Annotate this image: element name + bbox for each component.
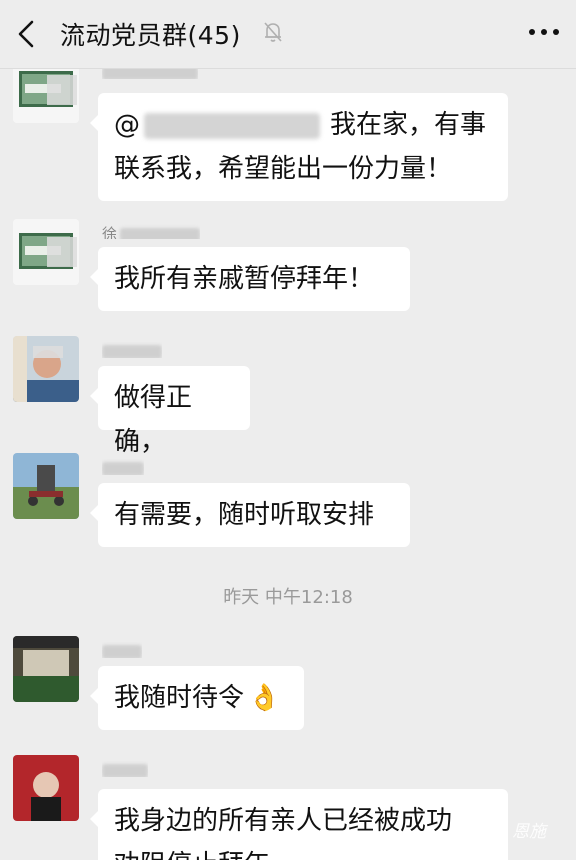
avatar[interactable] (13, 336, 79, 402)
message-bubble[interactable]: 我随时待令 👌 (90, 666, 304, 730)
message-text: 我身边的所有亲人已经被成功 (114, 806, 453, 836)
avatar[interactable] (13, 755, 79, 821)
message-text: 劝阻停止拜年 (114, 843, 492, 860)
bell-muted-icon (262, 20, 284, 44)
sender-name (102, 342, 162, 358)
message-bubble[interactable]: 做得正确， (90, 366, 250, 457)
sender-name (102, 459, 144, 475)
message-text: 做得正确， (114, 383, 193, 457)
message-bubble[interactable]: 有需要，随时听取安排 (90, 483, 410, 547)
message-text: 我随时待令 (114, 683, 245, 713)
sender-name (102, 69, 198, 79)
chat-title: 流动党员群(45) (60, 21, 241, 50)
message-bubble[interactable]: @ 我在家，有事 联系我，希望能出一份力量！ (90, 93, 508, 201)
avatar[interactable] (13, 69, 79, 123)
message-text: 有需要，随时听取安排 (114, 500, 375, 530)
chevron-left-icon (18, 20, 34, 48)
mention-prefix: @ (114, 110, 140, 140)
ok-hand-emoji-icon: 👌 (248, 683, 281, 713)
back-button[interactable] (10, 14, 46, 54)
message-text: 联系我，希望能出一份力量！ (114, 154, 453, 184)
chat-header: 流动党员群(45) (0, 0, 576, 69)
sender-name: 徐 (102, 223, 201, 239)
message-bubble[interactable]: 我身边的所有亲人已经被成功 劝阻停止拜年 (90, 789, 508, 860)
more-options-button[interactable] (524, 20, 564, 44)
message-text: 我在家，有事 (330, 110, 487, 140)
ellipsis-icon (529, 29, 559, 35)
avatar[interactable] (13, 219, 79, 285)
sender-name (102, 761, 148, 777)
message-bubble[interactable]: 我所有亲戚暂停拜年！ (90, 247, 410, 311)
watermark: 恩施 (512, 822, 546, 842)
timestamp: 昨天 中午12:18 (223, 587, 353, 608)
avatar[interactable] (13, 636, 79, 702)
message-text: 我所有亲戚暂停拜年！ (114, 264, 375, 294)
avatar[interactable] (13, 453, 79, 519)
message-list[interactable]: @ 我在家，有事 联系我，希望能出一份力量！ 徐 我所有亲戚暂停拜年！ 做得正确… (0, 69, 576, 860)
redacted-mention (144, 112, 320, 139)
sender-name (102, 642, 142, 658)
